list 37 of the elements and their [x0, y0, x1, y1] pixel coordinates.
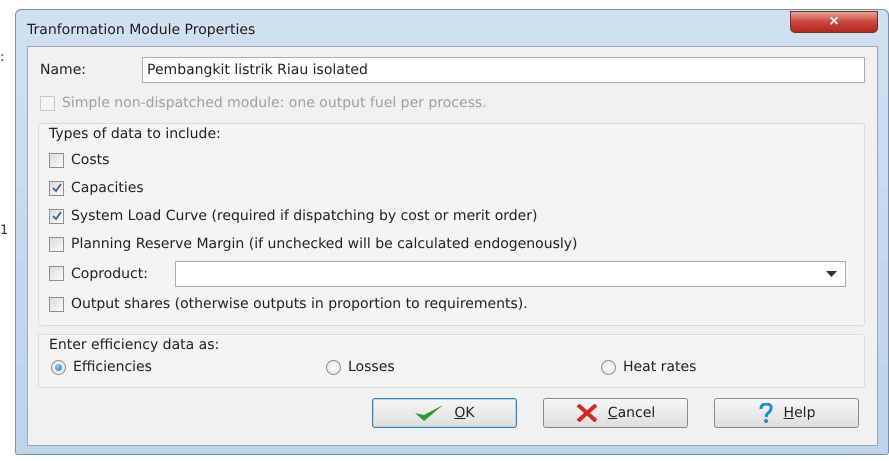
- group-legend: Enter efficiency data as:: [49, 337, 856, 353]
- checkmark-icon: [414, 404, 444, 422]
- background-text: :: [0, 50, 6, 65]
- checkbox[interactable]: [49, 208, 64, 224]
- checkbox-label: Capacities: [71, 180, 144, 196]
- checkbox-label: Output shares (otherwise outputs in proportion to requirements).: [71, 296, 528, 312]
- radio-button[interactable]: [326, 360, 341, 374]
- question-mark-icon: [758, 403, 774, 423]
- field-label: Name:: [39, 62, 88, 78]
- radio-label: Efficiencies: [73, 359, 152, 375]
- checkbox-label: Planning Reserve Margin (if unchecked will be calculated endogenously): [71, 236, 578, 252]
- checkmark-icon: [52, 183, 62, 193]
- checkbox[interactable]: [49, 266, 64, 281]
- cancel-button[interactable]: Cancel: [543, 398, 688, 428]
- checkbox-label: Coproduct:: [71, 266, 148, 282]
- checkbox-label: Simple non-dispatched module: one output fuel per process.: [62, 95, 487, 111]
- close-icon: [576, 404, 598, 422]
- checkbox[interactable]: [49, 236, 64, 252]
- radio-label: Heat rates: [623, 359, 696, 375]
- name-field[interactable]: Pembangkit listrik Riau isolated: [142, 57, 865, 83]
- checkmark-icon: [52, 211, 62, 221]
- checkbox[interactable]: [49, 180, 64, 196]
- checkbox-label: System Load Curve (required if dispatching by cost or merit order): [71, 208, 538, 224]
- group-legend: Types of data to include:: [49, 126, 856, 142]
- ok-button[interactable]: OK: [372, 398, 517, 428]
- radio-button[interactable]: [51, 360, 66, 374]
- checkbox-label: Costs: [71, 152, 110, 168]
- window-title: Tranformation Module Properties: [27, 21, 256, 38]
- background-text: 1: [0, 223, 10, 238]
- radio-label: Losses: [348, 359, 395, 375]
- dropdown-field[interactable]: [174, 260, 846, 286]
- close-button[interactable]: ×: [790, 11, 878, 33]
- radio-button[interactable]: [601, 360, 616, 374]
- checkbox[interactable]: [49, 296, 64, 312]
- caret-icon: [826, 270, 837, 276]
- checkbox[interactable]: [49, 152, 64, 168]
- help-button[interactable]: Help: [714, 398, 859, 428]
